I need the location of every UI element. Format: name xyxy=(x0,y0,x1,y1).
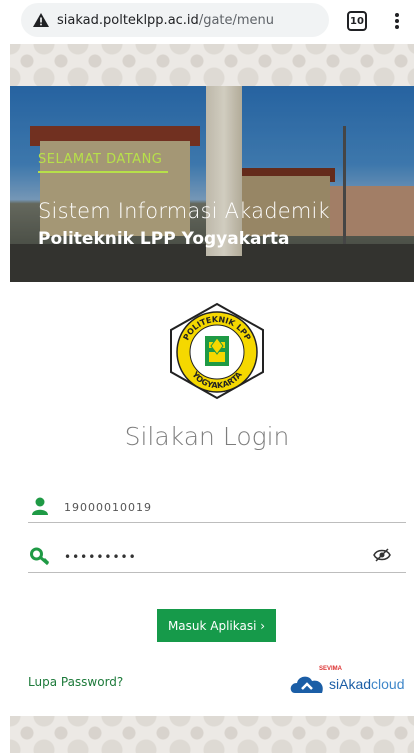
more-vert-icon[interactable] xyxy=(393,10,401,32)
hero-title: Sistem Informasi Akademik xyxy=(38,199,330,223)
username-field xyxy=(28,493,406,523)
browser-toolbar: siakad.polteklpp.ac.id/gate/menu 10 xyxy=(0,0,414,44)
warning-icon[interactable] xyxy=(33,13,49,27)
batik-pattern-bottom xyxy=(10,716,414,753)
hero-banner: SELAMAT DATANG Sistem Informasi Akademik… xyxy=(10,86,414,282)
key-icon xyxy=(30,547,50,566)
forgot-password-link[interactable]: Lupa Password? xyxy=(28,675,123,689)
tabs-icon[interactable]: 10 xyxy=(347,11,367,31)
url-path: /gate/menu xyxy=(198,12,275,28)
cloud-icon xyxy=(290,676,323,693)
brand-tag: SEVIMA xyxy=(319,666,343,672)
brand-name: SEVIMA siAkadcloud xyxy=(319,666,405,692)
url-host: siakad.polteklpp.ac.id xyxy=(57,12,199,28)
login-button[interactable]: Masuk Aplikasi › xyxy=(157,609,276,642)
polteklpp-logo: POLITEKNIK LPP YOGYAKARTA xyxy=(170,302,264,400)
password-field xyxy=(28,543,406,573)
eye-slash-icon[interactable] xyxy=(373,548,391,562)
login-title: Silakan Login xyxy=(124,422,290,451)
user-icon xyxy=(32,497,48,515)
siakadcloud-brand: SEVIMA siAkadcloud xyxy=(289,666,407,697)
brand-name-suffix: cloud xyxy=(371,676,405,692)
username-input[interactable] xyxy=(64,495,364,519)
batik-pattern-top xyxy=(10,44,414,86)
address-bar[interactable]: siakad.polteklpp.ac.id/gate/menu xyxy=(21,3,329,37)
password-input[interactable] xyxy=(64,545,364,569)
welcome-underline xyxy=(38,171,168,173)
brand-name-main: siAkad xyxy=(329,676,372,692)
tab-count: 10 xyxy=(350,15,364,27)
welcome-text: SELAMAT DATANG xyxy=(38,152,163,167)
hero-subtitle: Politeknik LPP Yogyakarta xyxy=(38,229,290,249)
